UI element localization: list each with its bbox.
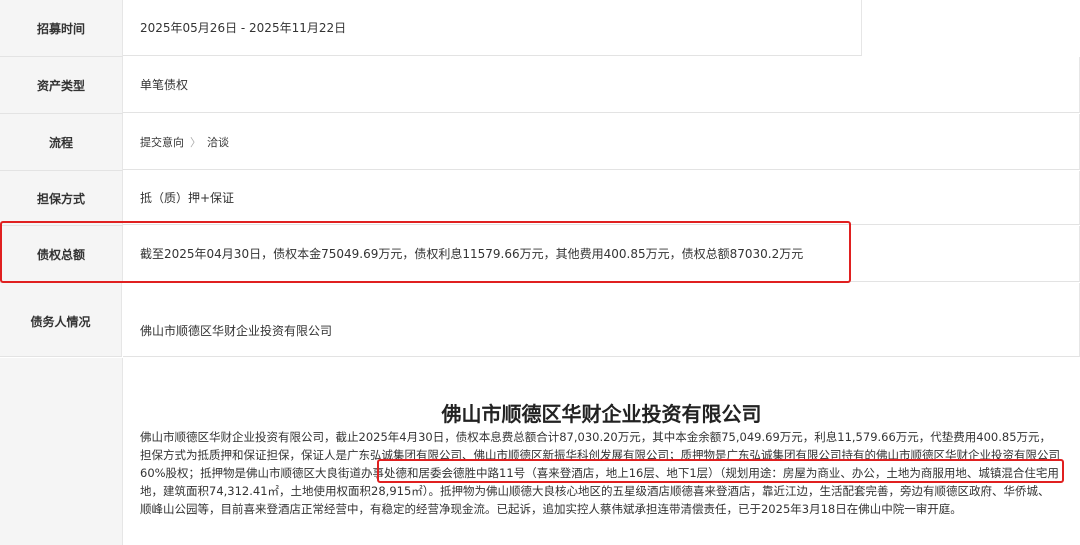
row-asset-type: 资产类型 单笔债权 <box>0 57 1080 114</box>
detail-company-title: 佛山市顺德区华财企业投资有限公司 <box>441 402 762 426</box>
guarantee-value: 抵（质）押+保证 <box>123 171 1080 225</box>
detail-paragraph: 佛山市顺德区华财企业投资有限公司，截止2025年4月30日，债权本息费总额合计8… <box>140 428 1060 518</box>
row-label: 资产类型 <box>0 57 123 114</box>
row-recruit-time: 招募时间 2025年05月26日 - 2025年11月22日 <box>0 0 862 57</box>
asset-type-value: 单笔债权 <box>123 57 1080 113</box>
process-steps: 提交意向 〉 洽谈 <box>123 114 1080 170</box>
row-label-empty <box>0 358 123 545</box>
chevron-right-icon: 〉 <box>190 135 201 149</box>
row-process: 流程 提交意向 〉 洽谈 <box>0 114 1080 171</box>
process-step-submit-intent: 提交意向 <box>140 135 184 149</box>
row-total-debt: 债权总额 截至2025年04月30日，债权本金75049.69万元，债权利息11… <box>0 226 1080 283</box>
total-debt-value: 截至2025年04月30日，债权本金75049.69万元，债权利息11579.6… <box>123 226 1080 282</box>
detail-text-highlight: 抵押物是佛山市顺德区大良街道办事处德和居委会德胜中路11号（喜来登酒店，地上16… <box>200 466 806 480</box>
debtor-value: 佛山市顺德区华财企业投资有限公司 <box>123 283 1080 357</box>
recruit-time-value: 2025年05月26日 - 2025年11月22日 <box>123 0 862 56</box>
row-guarantee: 担保方式 抵（质）押+保证 <box>0 171 1080 226</box>
debtor-detail: 佛山市顺德区华财企业投资有限公司 佛山市顺德区华财企业投资有限公司，截止2025… <box>123 358 1080 545</box>
row-label: 招募时间 <box>0 0 123 57</box>
row-debtor: 债务人情况 佛山市顺德区华财企业投资有限公司 <box>0 283 1080 357</box>
row-detail-label-cell <box>0 358 123 545</box>
row-label: 债权总额 <box>0 226 123 283</box>
process-step-negotiate: 洽谈 <box>207 135 229 149</box>
row-label: 担保方式 <box>0 171 123 226</box>
row-label: 流程 <box>0 114 123 171</box>
row-label: 债务人情况 <box>0 283 122 357</box>
